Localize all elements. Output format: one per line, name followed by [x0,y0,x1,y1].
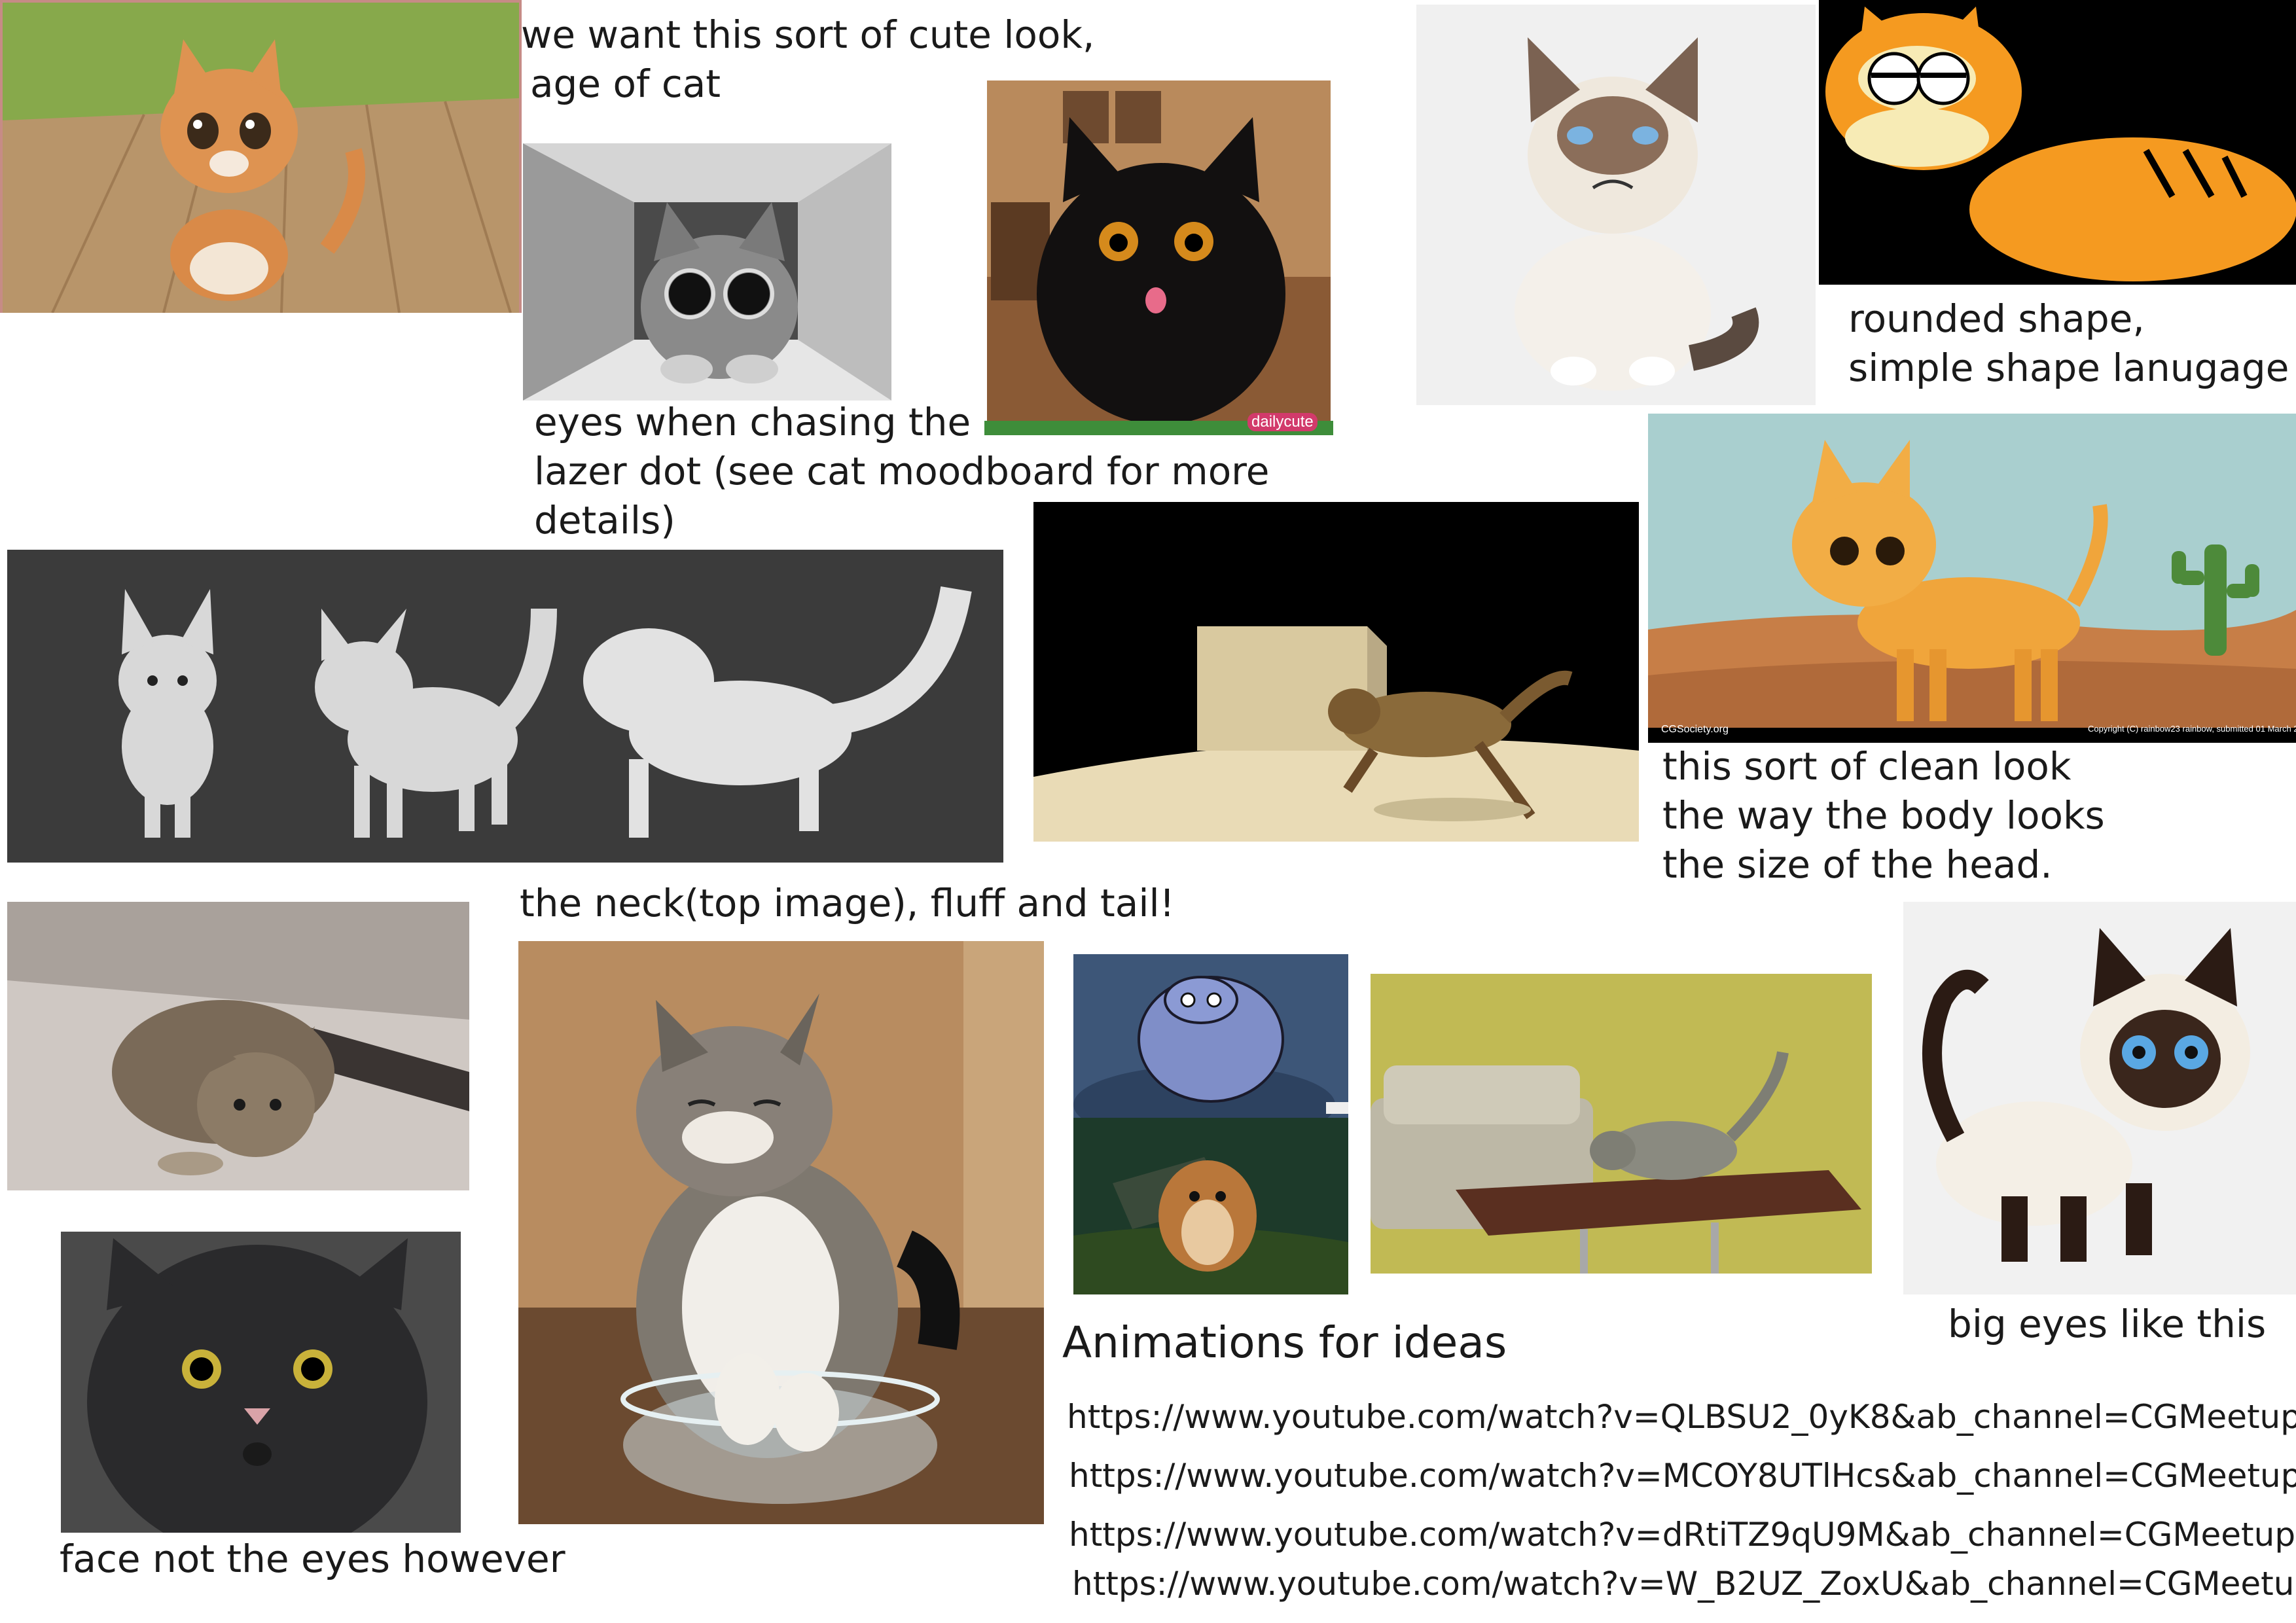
hamster-animation-still-bottom [1073,1118,1348,1294]
grumpy-cat-render [1416,5,1816,405]
hamster-animation-still-top [1073,954,1348,1118]
crouching-tabby-photo [7,902,469,1190]
cat-in-glass-bowl-photo [518,941,1044,1524]
youtube-link-2[interactable]: https://www.youtube.com/watch?v=MCOY8UTl… [1069,1456,2296,1495]
jumping-cat-render [1033,502,1639,842]
desert-cat-render: CGSociety.org Copyright (C) rainbow23 ra… [1648,414,2296,743]
note-neck-fluff-tail: the neck(top image), fluff and tail! [520,881,1175,925]
note-clean-look-line2: the way the body looks [1662,793,2105,838]
fluffy-cat-sculpt-turnaround [7,550,1003,863]
note-face-not-eyes: face not the eyes however [60,1537,565,1581]
surprised-black-cat-photo [61,1232,461,1533]
note-eyes-chasing-line1: eyes when chasing the [534,400,971,444]
dailycute-watermark: dailycute [1247,413,1318,431]
kitten-photo [0,0,522,313]
note-animations-for-ideas: Animations for ideas [1062,1317,1507,1368]
note-cute-look-line2: age of cat [530,62,721,106]
cat-in-box-photo [523,143,891,401]
youtube-link-4[interactable]: https://www.youtube.com/watch?v=W_B2UZ_Z… [1072,1564,2296,1603]
note-rounded-line2: simple shape lanugage [1848,346,2289,390]
note-clean-look-line1: this sort of clean look [1662,744,2072,789]
note-big-eyes: big eyes like this [1948,1302,2267,1346]
note-eyes-chasing-line2: lazer dot (see cat moodboard for more [534,449,1270,493]
cat-on-table-render [1371,974,1872,1274]
youtube-link-1[interactable]: https://www.youtube.com/watch?v=QLBSU2_0… [1067,1397,2296,1436]
siamese-cat-render [1903,902,2296,1294]
garfield-cartoon [1819,0,2296,285]
youtube-link-3[interactable]: https://www.youtube.com/watch?v=dRtiTZ9q… [1069,1515,2295,1554]
note-cute-look-line1: we want this sort of cute look, [521,12,1095,57]
note-clean-look-line3: the size of the head. [1662,842,2053,887]
copyright-watermark: Copyright (C) rainbow23 rainbow, submitt… [2088,724,2296,734]
cgsociety-watermark: CGSociety.org [1661,724,1729,735]
black-cat-photo: dailycute [984,78,1333,435]
note-eyes-chasing-line3: details) [534,498,675,543]
note-rounded-line1: rounded shape, [1848,296,2145,341]
